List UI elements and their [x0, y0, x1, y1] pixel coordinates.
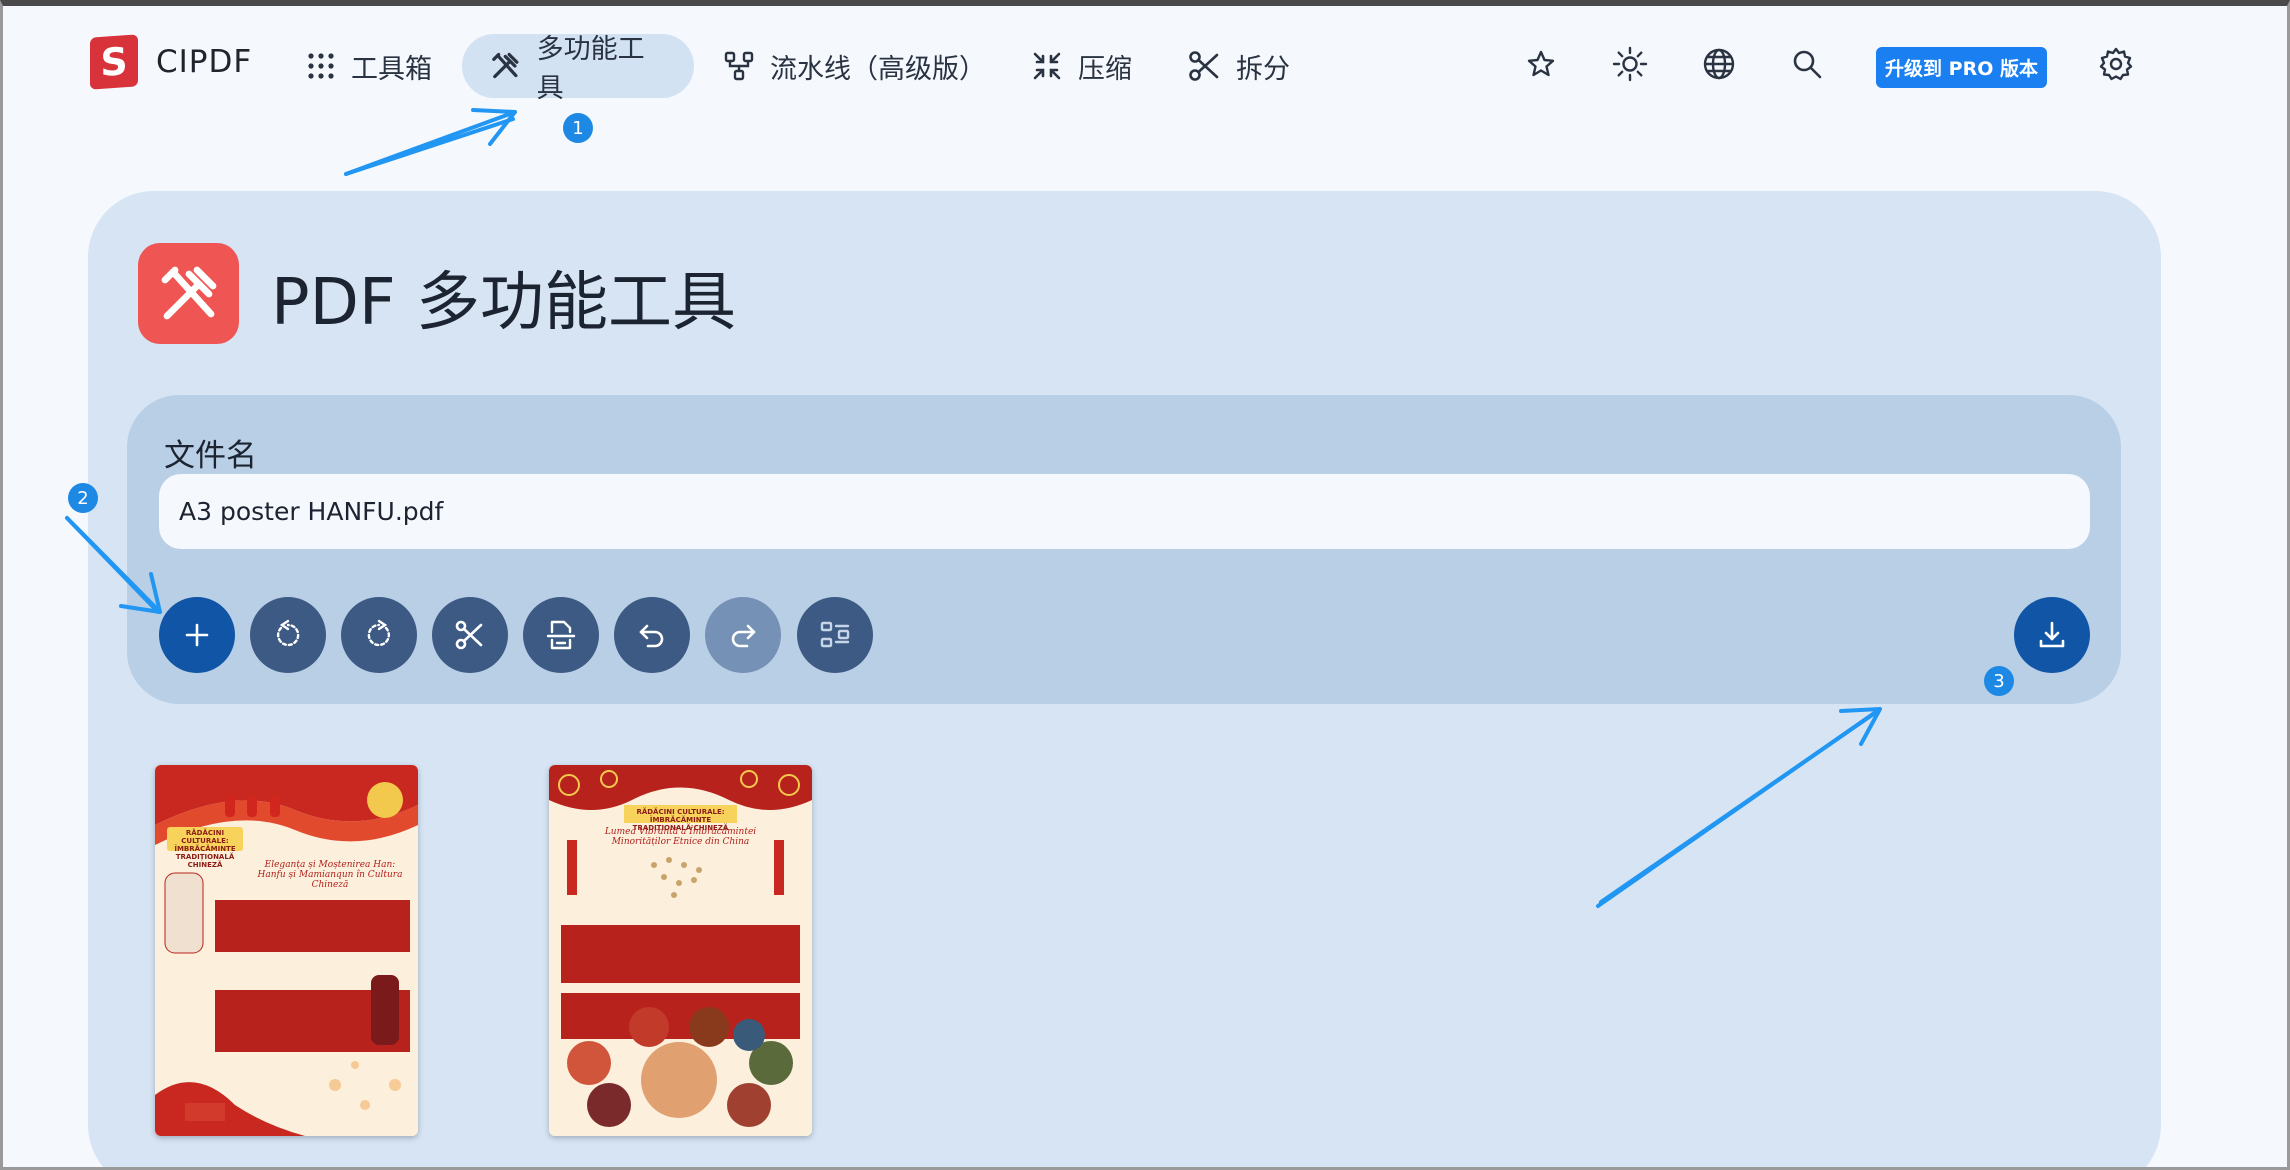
callout-badge-1: 1: [563, 113, 593, 143]
app-window: S CIPDF 工具箱 多功能工具 流水线（高级版） 压缩 拆分 升级到 PRO…: [0, 0, 2290, 1170]
callout-badge-2: 2: [68, 483, 98, 513]
annotation-arrows: [65, 108, 1882, 908]
callout-badge-3: 3: [1984, 666, 2014, 696]
